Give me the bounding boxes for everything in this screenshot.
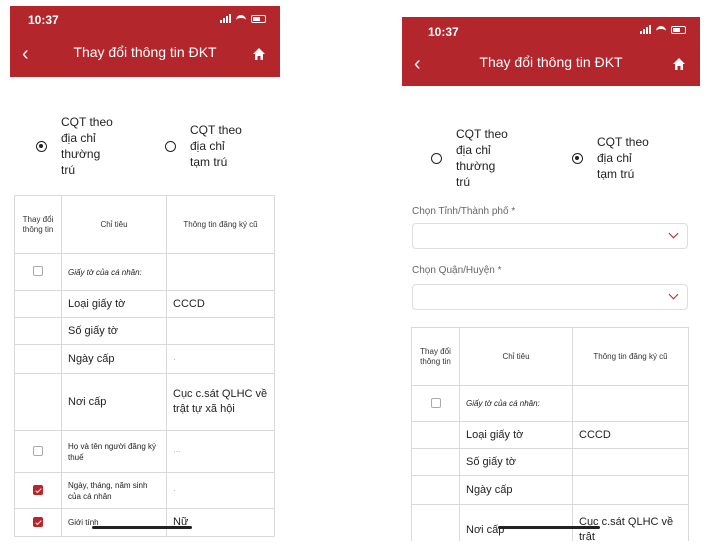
- header-bar: 10:37 ‹ Thay đổi thông tin ĐKT: [402, 17, 700, 86]
- header-change: Thay đổi thông tin: [411, 327, 460, 386]
- header-change: Thay đổi thông tin: [14, 195, 62, 254]
- table-row: Nơi cấp Cục c.sát QLHC về trật: [411, 504, 689, 541]
- row-value: ·: [166, 472, 275, 509]
- wifi-icon: [656, 25, 666, 34]
- left-phone-screen: 10:37 ‹ Thay đổi thông tin ĐKT CQT theo …: [10, 6, 280, 538]
- chevron-down-icon[interactable]: [668, 289, 679, 300]
- province-label: Chọn Tỉnh/Thành phố *: [412, 206, 516, 217]
- row-value: [166, 317, 275, 345]
- row-label: Nơi cấp: [61, 373, 167, 431]
- right-phone-screen: 10:37 ‹ Thay đổi thông tin ĐKT CQT theo …: [402, 17, 700, 541]
- row-label: Nơi cấp: [459, 504, 573, 541]
- page-title: Thay đổi thông tin ĐKT: [73, 44, 217, 60]
- row-label: Ngày cấp: [61, 344, 167, 374]
- table-row: Loại giấy tờ CCCD: [14, 290, 275, 318]
- table-row: Giới tính Nữ: [14, 508, 275, 537]
- row-value: [166, 253, 275, 291]
- radio-tam-tru-icon[interactable]: [165, 140, 176, 152]
- radio-tam-tru[interactable]: CQT theo địa chỉ tạm trú: [165, 122, 242, 170]
- district-select[interactable]: [412, 284, 688, 310]
- signal-icon: [640, 25, 651, 34]
- table-row: Loại giấy tờ CCCD: [411, 421, 689, 449]
- table-row: Giấy tờ của cá nhân:: [411, 385, 689, 422]
- page-title: Thay đổi thông tin ĐKT: [479, 54, 623, 70]
- wifi-icon: [236, 14, 246, 23]
- province-select[interactable]: [412, 223, 688, 249]
- radio-thuong-tru[interactable]: CQT theo địa chỉ thường trú: [431, 126, 508, 190]
- info-table: Thay đổi thông tin Chỉ tiêu Thông tin đă…: [14, 195, 275, 537]
- battery-icon: [251, 14, 266, 23]
- radio-tam-tru[interactable]: CQT theo địa chỉ tạm trú: [572, 134, 649, 182]
- status-time: 10:37: [28, 13, 59, 27]
- table-header-row: Thay đổi thông tin Chỉ tiêu Thông tin đă…: [411, 327, 689, 386]
- district-label: Chọn Quận/Huyện *: [412, 265, 502, 276]
- row-checkbox-checked[interactable]: [33, 484, 43, 495]
- row-value: Nữ: [166, 508, 275, 537]
- header-criteria: Chỉ tiêu: [61, 195, 167, 254]
- header-bar: 10:37 ‹ Thay đổi thông tin ĐKT: [10, 6, 280, 77]
- row-checkbox[interactable]: [430, 397, 441, 408]
- table-row: Ngày cấp ·: [14, 344, 275, 374]
- row-label: Ngày cấp: [459, 475, 573, 505]
- row-value: CCCD: [572, 421, 689, 449]
- row-value: [572, 475, 689, 505]
- row-label: Giấy tờ của cá nhân:: [61, 253, 167, 291]
- table-row: Nơi cấp Cục c.sát QLHC về trật tự xã hội: [14, 373, 275, 431]
- table-row: Ngày cấp: [411, 475, 689, 505]
- signal-icon: [220, 14, 231, 23]
- status-time: 10:37: [428, 25, 459, 39]
- home-icon[interactable]: [252, 47, 266, 61]
- row-value: [572, 448, 689, 476]
- row-value: ·: [166, 344, 275, 374]
- row-label: Loại giấy tờ: [459, 421, 573, 449]
- radio-tam-tru-label: CQT theo địa chỉ tạm trú: [190, 123, 242, 169]
- header-old-info: Thông tin đăng ký cũ: [572, 327, 689, 386]
- row-label: Loại giấy tờ: [61, 290, 167, 318]
- row-label: Họ và tên người đăng ký thuế: [61, 430, 167, 473]
- row-value: Cục c.sát QLHC về trật: [572, 504, 689, 541]
- row-checkbox[interactable]: [33, 445, 43, 456]
- radio-tam-tru-selected-icon[interactable]: [572, 152, 583, 164]
- table-row: Số giấy tờ: [14, 317, 275, 345]
- home-indicator: [92, 526, 192, 529]
- row-value: [572, 385, 689, 422]
- table-row: Ngày, tháng, năm sinh của cá nhân ·: [14, 472, 275, 509]
- row-checkbox[interactable]: [33, 266, 43, 276]
- home-indicator: [498, 526, 600, 529]
- radio-thuong-tru-selected-icon[interactable]: [36, 140, 47, 152]
- row-value: CCCD: [166, 290, 275, 318]
- table-header-row: Thay đổi thông tin Chỉ tiêu Thông tin đă…: [14, 195, 275, 254]
- radio-tam-tru-label: CQT theo địa chỉ tạm trú: [597, 135, 649, 181]
- row-checkbox-checked[interactable]: [33, 516, 43, 527]
- table-row: Họ và tên người đăng ký thuế ···: [14, 430, 275, 473]
- header-criteria: Chỉ tiêu: [459, 327, 573, 386]
- table-row: Số giấy tờ: [411, 448, 689, 476]
- home-icon[interactable]: [672, 57, 686, 71]
- row-value: Cục c.sát QLHC về trật tự xã hội: [166, 373, 275, 431]
- radio-thuong-tru-label: CQT theo địa chỉ thường trú: [61, 115, 113, 177]
- row-label: Số giấy tờ: [61, 317, 167, 345]
- header-old-info: Thông tin đăng ký cũ: [166, 195, 275, 254]
- row-label: Giấy tờ của cá nhân:: [459, 385, 573, 422]
- row-label: Số giấy tờ: [459, 448, 573, 476]
- radio-thuong-tru-label: CQT theo địa chỉ thường trú: [456, 127, 508, 189]
- status-icons: [220, 14, 266, 23]
- table-row: Giấy tờ của cá nhân:: [14, 253, 275, 291]
- row-label: Ngày, tháng, năm sinh của cá nhân: [61, 472, 167, 509]
- battery-icon: [671, 25, 686, 34]
- status-icons: [640, 25, 686, 34]
- chevron-down-icon[interactable]: [668, 228, 679, 239]
- row-value: ···: [166, 430, 275, 473]
- info-table: Thay đổi thông tin Chỉ tiêu Thông tin đă…: [411, 327, 689, 541]
- radio-thuong-tru-icon[interactable]: [431, 152, 442, 164]
- radio-thuong-tru[interactable]: CQT theo địa chỉ thường trú: [36, 114, 113, 178]
- row-label: Giới tính: [61, 508, 167, 537]
